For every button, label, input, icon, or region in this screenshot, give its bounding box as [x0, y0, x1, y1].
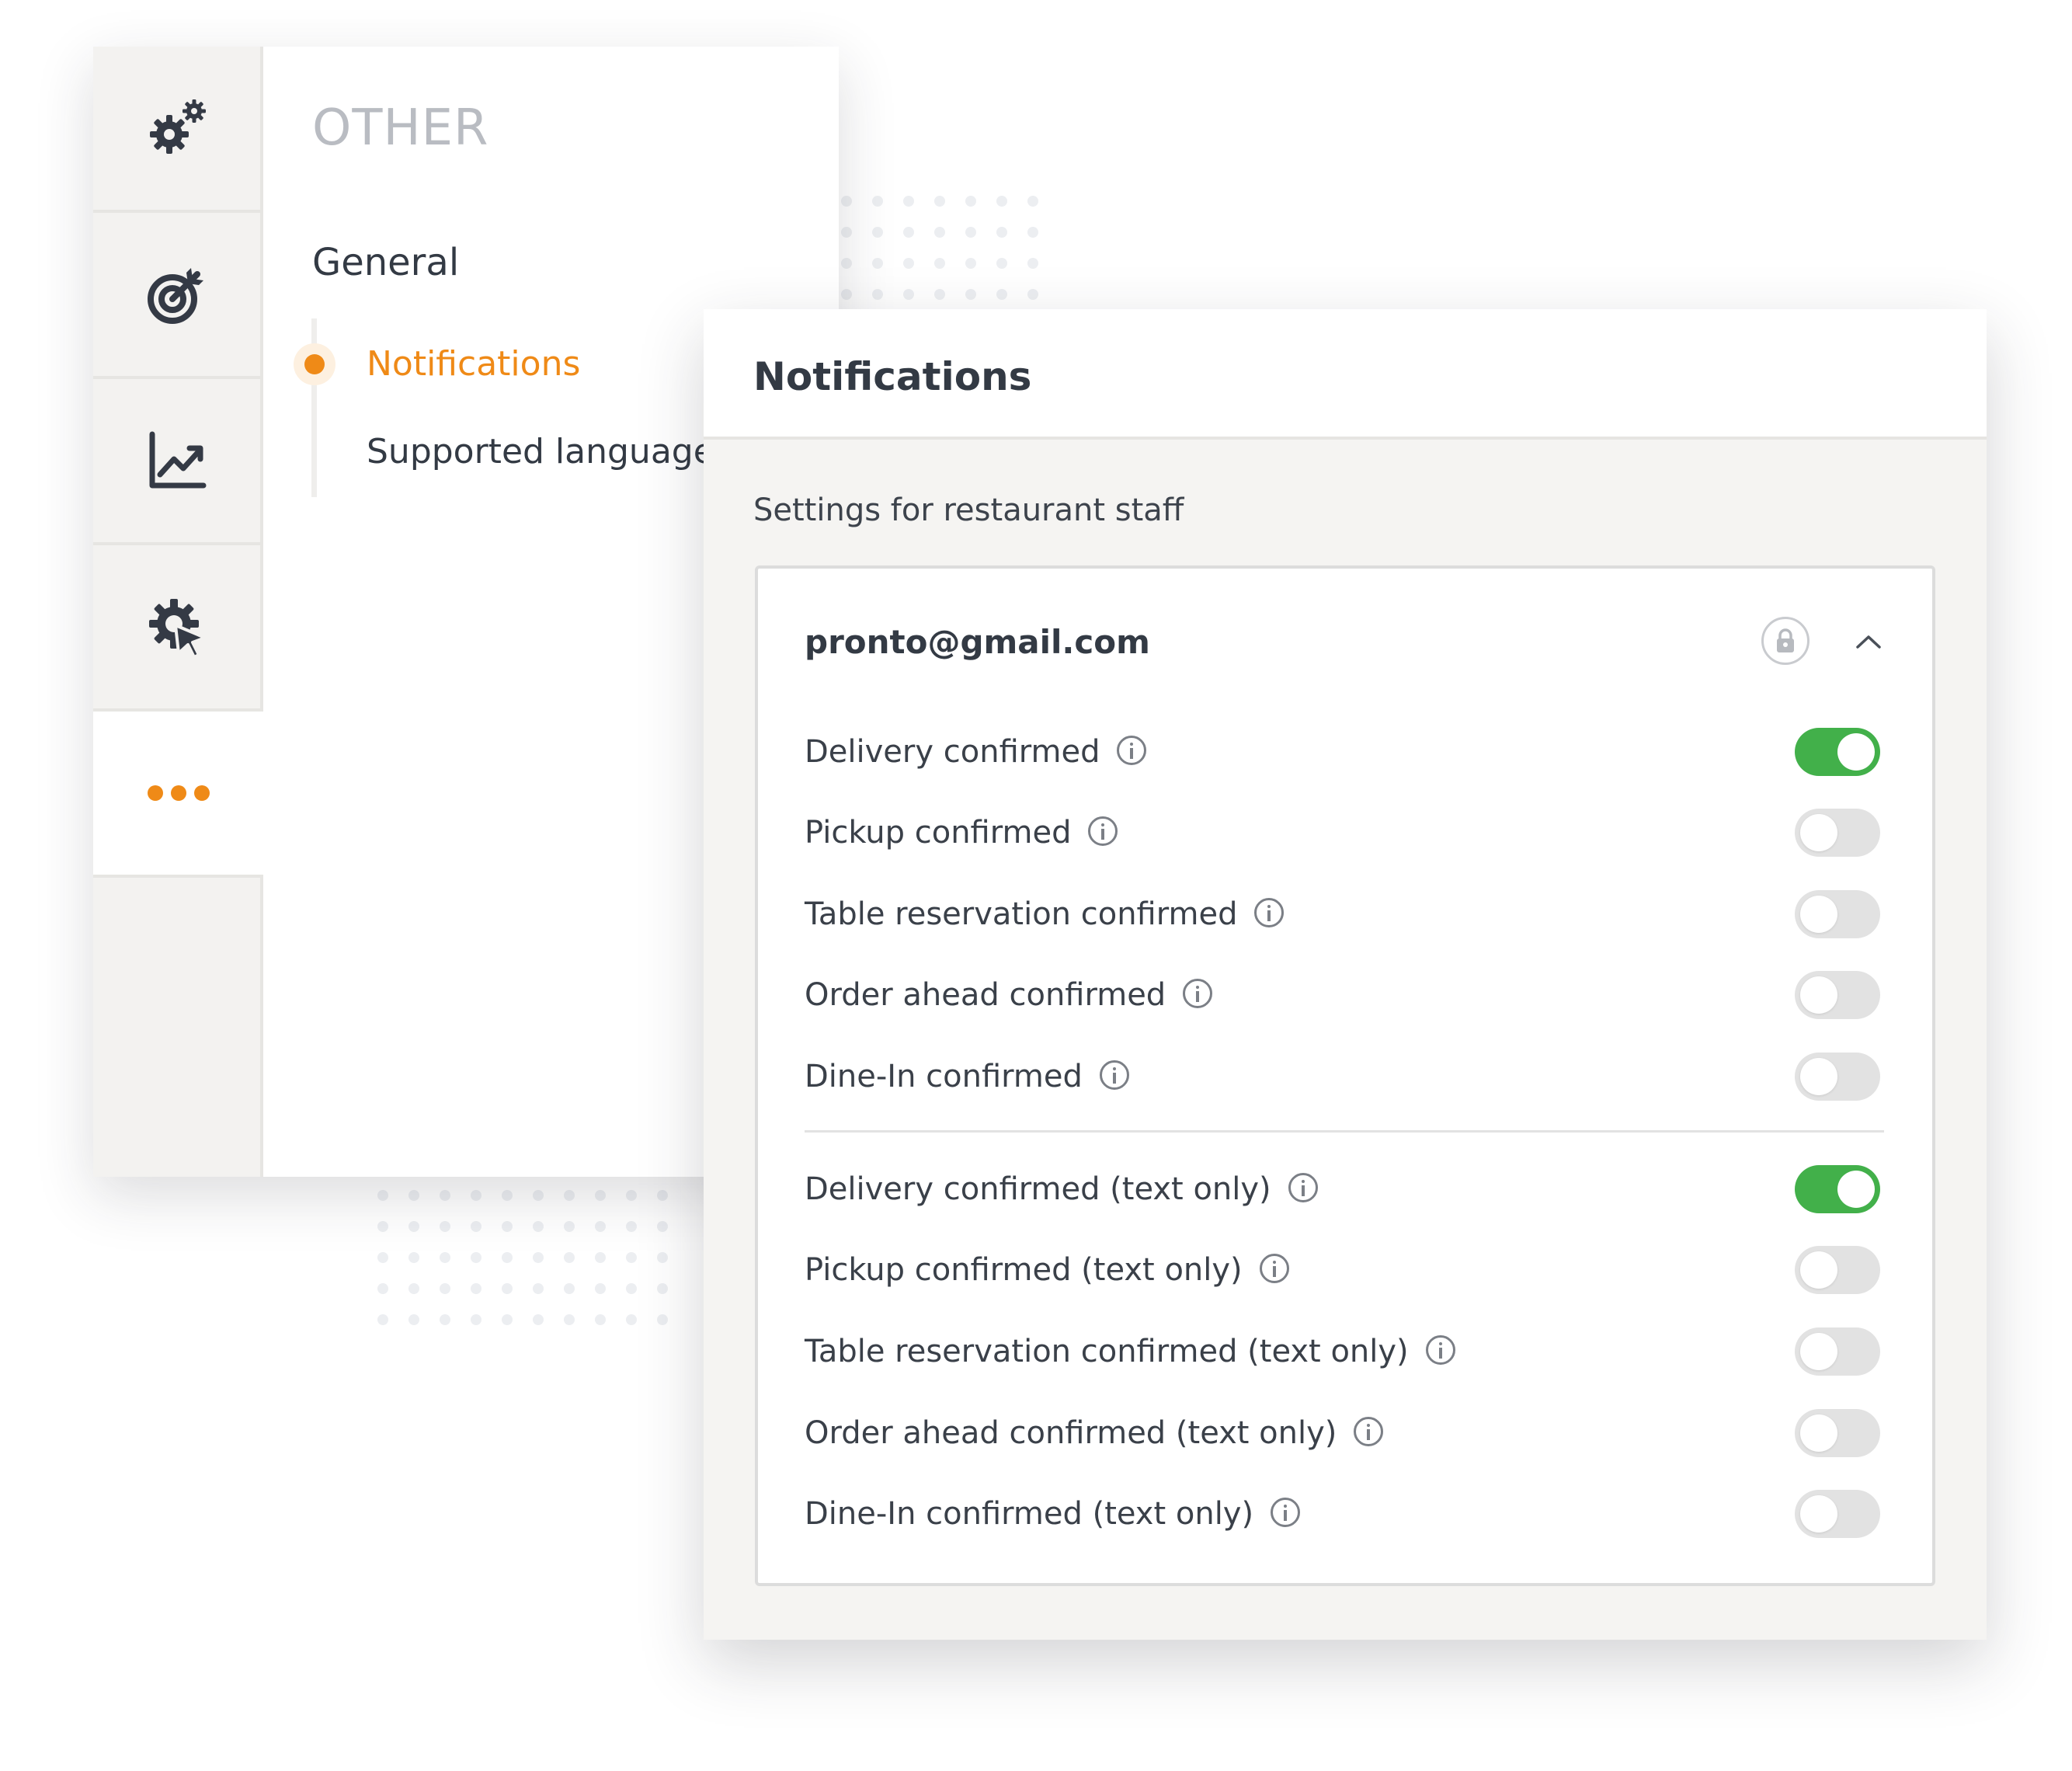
account-settings-panel: pronto@gmail.com Delivery confirmed Pick…	[755, 565, 1935, 1586]
chart-line-icon	[149, 431, 206, 489]
nav-item-notifications[interactable]: Notifications	[367, 344, 580, 384]
info-icon[interactable]	[1099, 1060, 1129, 1090]
toggle-switch[interactable]	[1795, 1246, 1880, 1294]
info-icon[interactable]	[1254, 898, 1285, 927]
setting-row-label: Dine-In confirmed	[805, 1059, 1129, 1094]
toggle-switch[interactable]	[1795, 1165, 1880, 1213]
icon-rail	[93, 47, 263, 1177]
nav-item-supported-languages[interactable]: Supported languages	[367, 432, 732, 471]
setting-row-label: Dine-In confirmed (text only)	[805, 1496, 1301, 1532]
toggle-switch[interactable]	[1795, 1490, 1880, 1538]
gears-icon	[149, 99, 206, 154]
setting-row-label: Delivery confirmed (text only)	[805, 1171, 1318, 1207]
setting-row-label: Table reservation confirmed (text only)	[805, 1334, 1455, 1369]
rail-item-marketing[interactable]	[93, 213, 260, 379]
setting-row-label: Table reservation confirmed	[805, 896, 1285, 932]
gear-cursor-icon	[148, 599, 207, 659]
toggle-switch[interactable]	[1795, 890, 1880, 938]
section-subtitle: Settings for restaurant staff	[753, 492, 1184, 528]
rail-item-analytics[interactable]	[93, 379, 260, 545]
page-title: Notifications	[753, 354, 1032, 399]
target-icon	[147, 268, 203, 324]
setting-row: Delivery confirmed (text only)	[805, 1164, 1892, 1218]
setting-row: Table reservation confirmed (text only)	[805, 1326, 1892, 1380]
notifications-card: Notifications Settings for restaurant st…	[704, 309, 1987, 1640]
lock-icon	[1761, 617, 1810, 665]
toggle-switch[interactable]	[1795, 1053, 1880, 1101]
setting-row-label: Order ahead confirmed	[805, 977, 1213, 1013]
rail-item-setup[interactable]	[93, 545, 260, 712]
info-icon[interactable]	[1259, 1254, 1289, 1283]
info-icon[interactable]	[1425, 1335, 1455, 1365]
account-email: pronto@gmail.com	[805, 623, 1150, 661]
setting-row-label: Order ahead confirmed (text only)	[805, 1415, 1384, 1451]
card-header: Notifications	[704, 309, 1987, 440]
more-icon	[147, 785, 210, 801]
info-icon[interactable]	[1354, 1417, 1384, 1446]
toggle-switch[interactable]	[1795, 1327, 1880, 1376]
chevron-up-icon[interactable]	[1853, 626, 1884, 657]
toggle-switch[interactable]	[1795, 809, 1880, 857]
nav-group-general[interactable]: General	[312, 241, 459, 284]
setting-row: Pickup confirmed	[805, 807, 1892, 861]
active-indicator-dot	[304, 354, 325, 374]
setting-row-label: Delivery confirmed	[805, 734, 1147, 770]
setting-row: Order ahead confirmed	[805, 969, 1892, 1024]
setting-row: Dine-In confirmed	[805, 1051, 1892, 1105]
setting-row: Delivery confirmed	[805, 726, 1892, 781]
setting-row: Pickup confirmed (text only)	[805, 1244, 1892, 1299]
rail-item-automation[interactable]	[93, 47, 260, 213]
rail-item-other[interactable]	[93, 712, 263, 878]
info-icon[interactable]	[1288, 1173, 1318, 1202]
info-icon[interactable]	[1088, 816, 1118, 846]
info-icon[interactable]	[1183, 979, 1213, 1008]
setting-row: Table reservation confirmed	[805, 889, 1892, 943]
toggle-switch[interactable]	[1795, 1409, 1880, 1457]
setting-row: Dine-In confirmed (text only)	[805, 1488, 1892, 1543]
info-icon[interactable]	[1271, 1498, 1301, 1527]
setting-row-label: Pickup confirmed	[805, 815, 1118, 851]
setting-row-label: Pickup confirmed (text only)	[805, 1252, 1289, 1288]
section-title: OTHER	[312, 99, 489, 157]
info-icon[interactable]	[1117, 736, 1147, 765]
group-divider	[805, 1130, 1884, 1133]
setting-row: Order ahead confirmed (text only)	[805, 1407, 1892, 1462]
toggle-switch[interactable]	[1795, 971, 1880, 1019]
toggle-switch[interactable]	[1795, 728, 1880, 776]
